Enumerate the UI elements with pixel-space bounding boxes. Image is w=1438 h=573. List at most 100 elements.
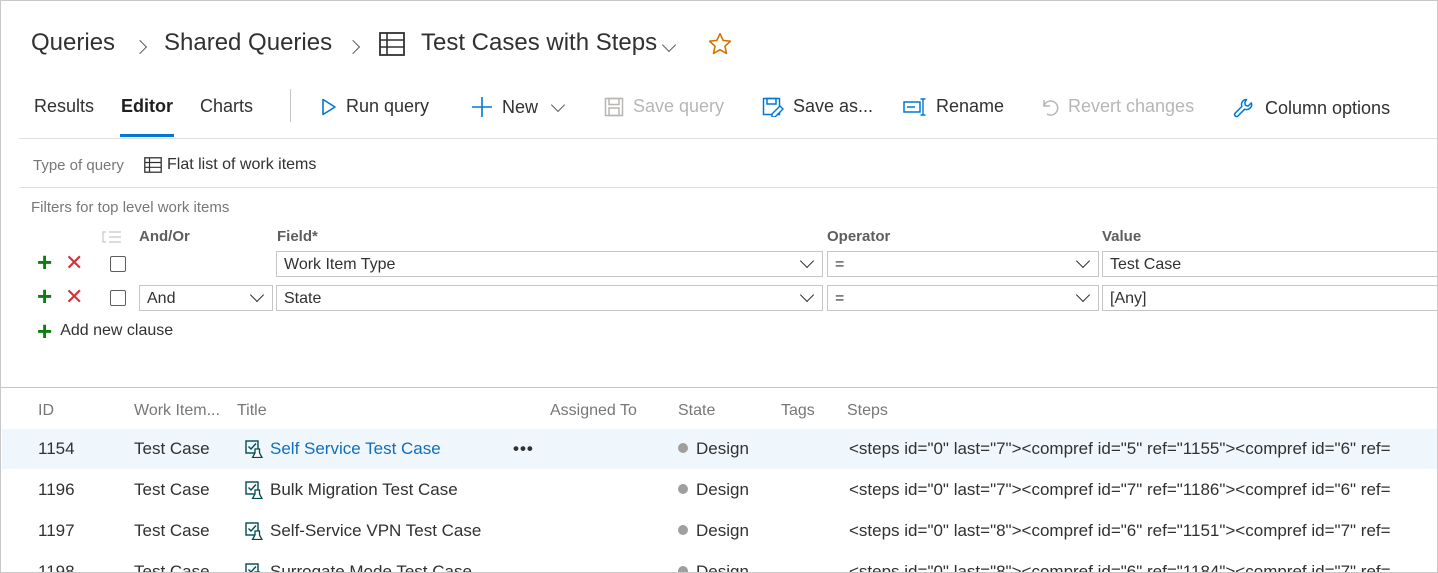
state-dot-icon [678, 443, 688, 453]
chevron-down-icon[interactable] [661, 37, 677, 55]
column-header-state[interactable]: State [678, 402, 715, 420]
query-type-label: Type of query [33, 157, 124, 174]
cell-title-link[interactable]: Bulk Migration Test Case [270, 480, 458, 500]
clause-field-select[interactable]: Work Item Type [276, 251, 823, 277]
plus-icon: + [37, 316, 53, 346]
run-query-label: Run query [346, 96, 430, 116]
breadcrumb-separator-icon [132, 39, 148, 57]
cell-state-text: Design [696, 439, 749, 458]
column-options-label: Column options [1265, 97, 1391, 118]
query-editor-window: Queries Shared Queries Test Cases with S… [0, 0, 1438, 573]
clause-operator-select[interactable]: = [827, 251, 1099, 277]
cell-type: Test Case [134, 439, 210, 458]
toolbar-divider-line [19, 138, 1437, 139]
pane-splitter[interactable] [1, 387, 1437, 388]
cell-id: 1198 [38, 562, 75, 573]
clause-value-text: Test Case [1110, 256, 1182, 273]
clause-operator-value: = [835, 290, 845, 307]
clause-select-checkbox[interactable] [110, 290, 126, 306]
cell-steps: <steps id="0" last="8"><compref id="6" r… [849, 562, 1391, 573]
add-new-clause-label: Add new clause [60, 322, 174, 339]
table-row[interactable]: 1198 Test Case Surrogate Mode Test Case … [2, 552, 1437, 573]
breadcrumb-shared-queries[interactable]: Shared Queries [164, 29, 332, 57]
wrench-icon [1233, 98, 1253, 118]
column-header-id[interactable]: ID [38, 402, 54, 420]
query-type-value: Flat list of work items [167, 156, 317, 173]
cell-id: 1154 [38, 439, 75, 458]
cell-type: Test Case [134, 480, 210, 499]
column-header-title[interactable]: Title [237, 402, 267, 420]
column-options-button[interactable]: Column options [1232, 96, 1390, 120]
remove-clause-x-icon[interactable]: ✕ [65, 286, 83, 308]
run-query-button[interactable]: Run query [321, 96, 429, 117]
state-dot-icon [678, 525, 688, 535]
page-title: Test Cases with Steps [421, 29, 658, 56]
test-case-icon [245, 522, 264, 545]
chevron-down-icon [550, 94, 566, 115]
column-header-tags[interactable]: Tags [781, 402, 815, 420]
add-clause-plus-icon[interactable]: + [37, 249, 52, 275]
rename-label: Rename [936, 96, 1005, 116]
cell-state: Design [678, 521, 749, 541]
clause-value-text: [Any] [1110, 290, 1147, 307]
flat-list-query-icon [379, 32, 405, 61]
test-case-icon [245, 481, 264, 504]
revert-changes-button[interactable]: Revert changes [1039, 96, 1194, 117]
cell-state-text: Design [696, 521, 749, 540]
clause-field-select[interactable]: State [276, 285, 823, 311]
rename-icon [903, 97, 926, 116]
table-row[interactable]: 1196 Test Case Bulk Migration Test Case … [2, 470, 1437, 510]
cell-state-text: Design [696, 562, 749, 573]
table-row[interactable]: 1154 Test Case Self Service Test Case ••… [2, 429, 1437, 469]
cell-title-link[interactable]: Self-Service VPN Test Case [270, 521, 481, 541]
new-label: New [502, 96, 539, 117]
add-clause-plus-icon[interactable]: + [37, 283, 52, 309]
more-actions-icon[interactable]: ••• [513, 439, 534, 459]
breadcrumb-queries[interactable]: Queries [31, 29, 115, 57]
query-type-selector[interactable]: Flat list of work items [144, 156, 316, 174]
cell-steps: <steps id="0" last="7"><compref id="7" r… [849, 480, 1391, 499]
rename-button[interactable]: Rename [903, 96, 1004, 117]
tab-editor[interactable]: Editor [121, 96, 173, 117]
toolbar-divider [290, 89, 291, 122]
state-dot-icon [678, 566, 688, 572]
section-divider [19, 187, 1437, 188]
save-as-button[interactable]: Save as... [762, 96, 873, 117]
header-field: Field* [277, 228, 318, 245]
clause-value-input[interactable]: Test Case [1102, 251, 1437, 277]
cell-state: Design [678, 562, 749, 573]
flat-list-icon [144, 157, 162, 173]
cell-title-link[interactable]: Self Service Test Case [270, 439, 441, 459]
clause-and-or-select[interactable]: And [139, 285, 273, 311]
cell-state-text: Design [696, 480, 749, 499]
state-dot-icon [678, 484, 688, 494]
play-icon [322, 98, 336, 115]
column-header-work-item-type[interactable]: Work Item... [134, 402, 220, 420]
column-header-assigned-to[interactable]: Assigned To [550, 402, 637, 420]
column-header-steps[interactable]: Steps [847, 402, 888, 420]
save-icon [604, 97, 624, 116]
favorite-star-icon[interactable] [707, 31, 733, 62]
tab-charts[interactable]: Charts [200, 96, 253, 117]
cell-type: Test Case [134, 562, 210, 573]
save-query-button[interactable]: Save query [604, 96, 724, 117]
remove-clause-x-icon[interactable]: ✕ [65, 252, 83, 274]
clause-operator-select[interactable]: = [827, 285, 1099, 311]
cell-steps: <steps id="0" last="8"><compref id="6" r… [849, 521, 1391, 540]
revert-changes-label: Revert changes [1068, 96, 1195, 116]
test-case-icon [245, 563, 263, 572]
clause-and-or-value: And [147, 290, 176, 307]
plus-icon [472, 97, 492, 117]
cell-state: Design [678, 439, 749, 459]
clause-value-input[interactable]: [Any] [1102, 285, 1437, 311]
clause-select-checkbox[interactable] [110, 256, 126, 272]
header-value: Value [1102, 228, 1142, 245]
tab-results[interactable]: Results [34, 96, 94, 117]
cell-title-link[interactable]: Surrogate Mode Test Case [270, 562, 472, 572]
add-new-clause-button[interactable]: + Add new clause [37, 316, 174, 346]
test-case-icon [245, 440, 264, 463]
table-row[interactable]: 1197 Test Case Self-Service VPN Test Cas… [2, 511, 1437, 551]
cell-type: Test Case [134, 521, 210, 540]
cell-id: 1197 [38, 521, 75, 540]
new-button[interactable]: New [471, 94, 566, 118]
